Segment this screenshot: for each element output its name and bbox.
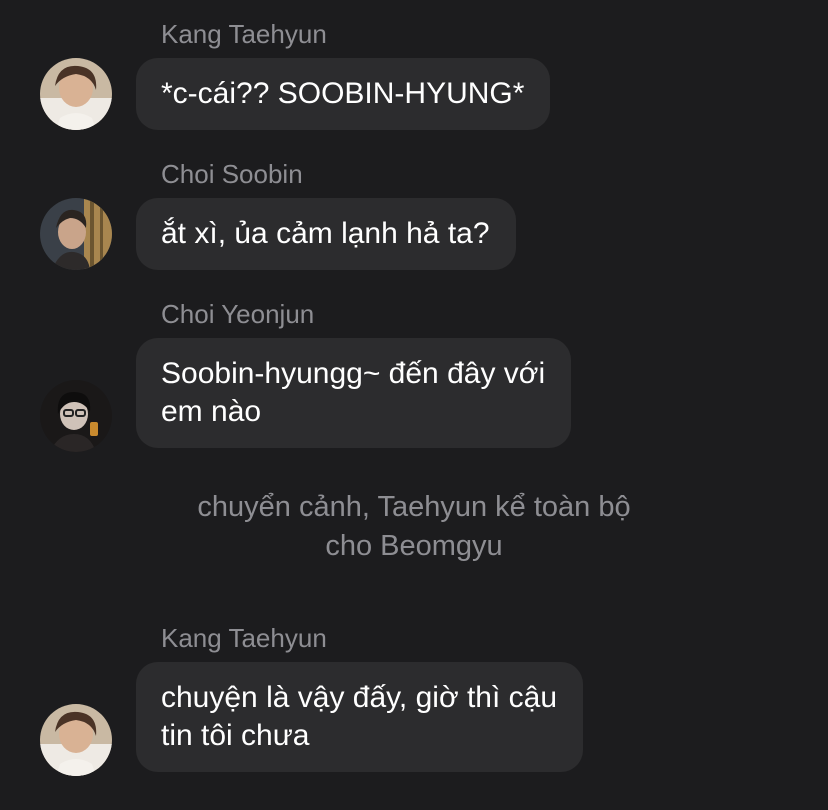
- sender-name: Kang Taehyun: [161, 19, 327, 49]
- avatar-icon[interactable]: [40, 704, 112, 776]
- sender-name: Kang Taehyun: [161, 623, 327, 653]
- message-bubble[interactable]: chuyện là vậy đấy, giờ thì cậu tin tôi c…: [136, 662, 584, 772]
- message-bubble[interactable]: ắt xì, ủa cảm lạnh hả ta?: [136, 198, 516, 270]
- scene-narration: chuyển cảnh, Taehyun kể toàn bộ cho Beom…: [197, 491, 631, 562]
- sender-name: Choi Soobin: [161, 159, 303, 189]
- message-bubble[interactable]: *c-cái?? SOOBIN-HYUNG*: [136, 58, 551, 130]
- avatar-icon[interactable]: [40, 380, 112, 452]
- avatar-icon[interactable]: [40, 58, 112, 130]
- avatar-icon[interactable]: [40, 198, 112, 270]
- message-bubble[interactable]: Soobin-hyungg~ đến đây với em nào: [136, 338, 572, 448]
- sender-name: Choi Yeonjun: [161, 299, 315, 329]
